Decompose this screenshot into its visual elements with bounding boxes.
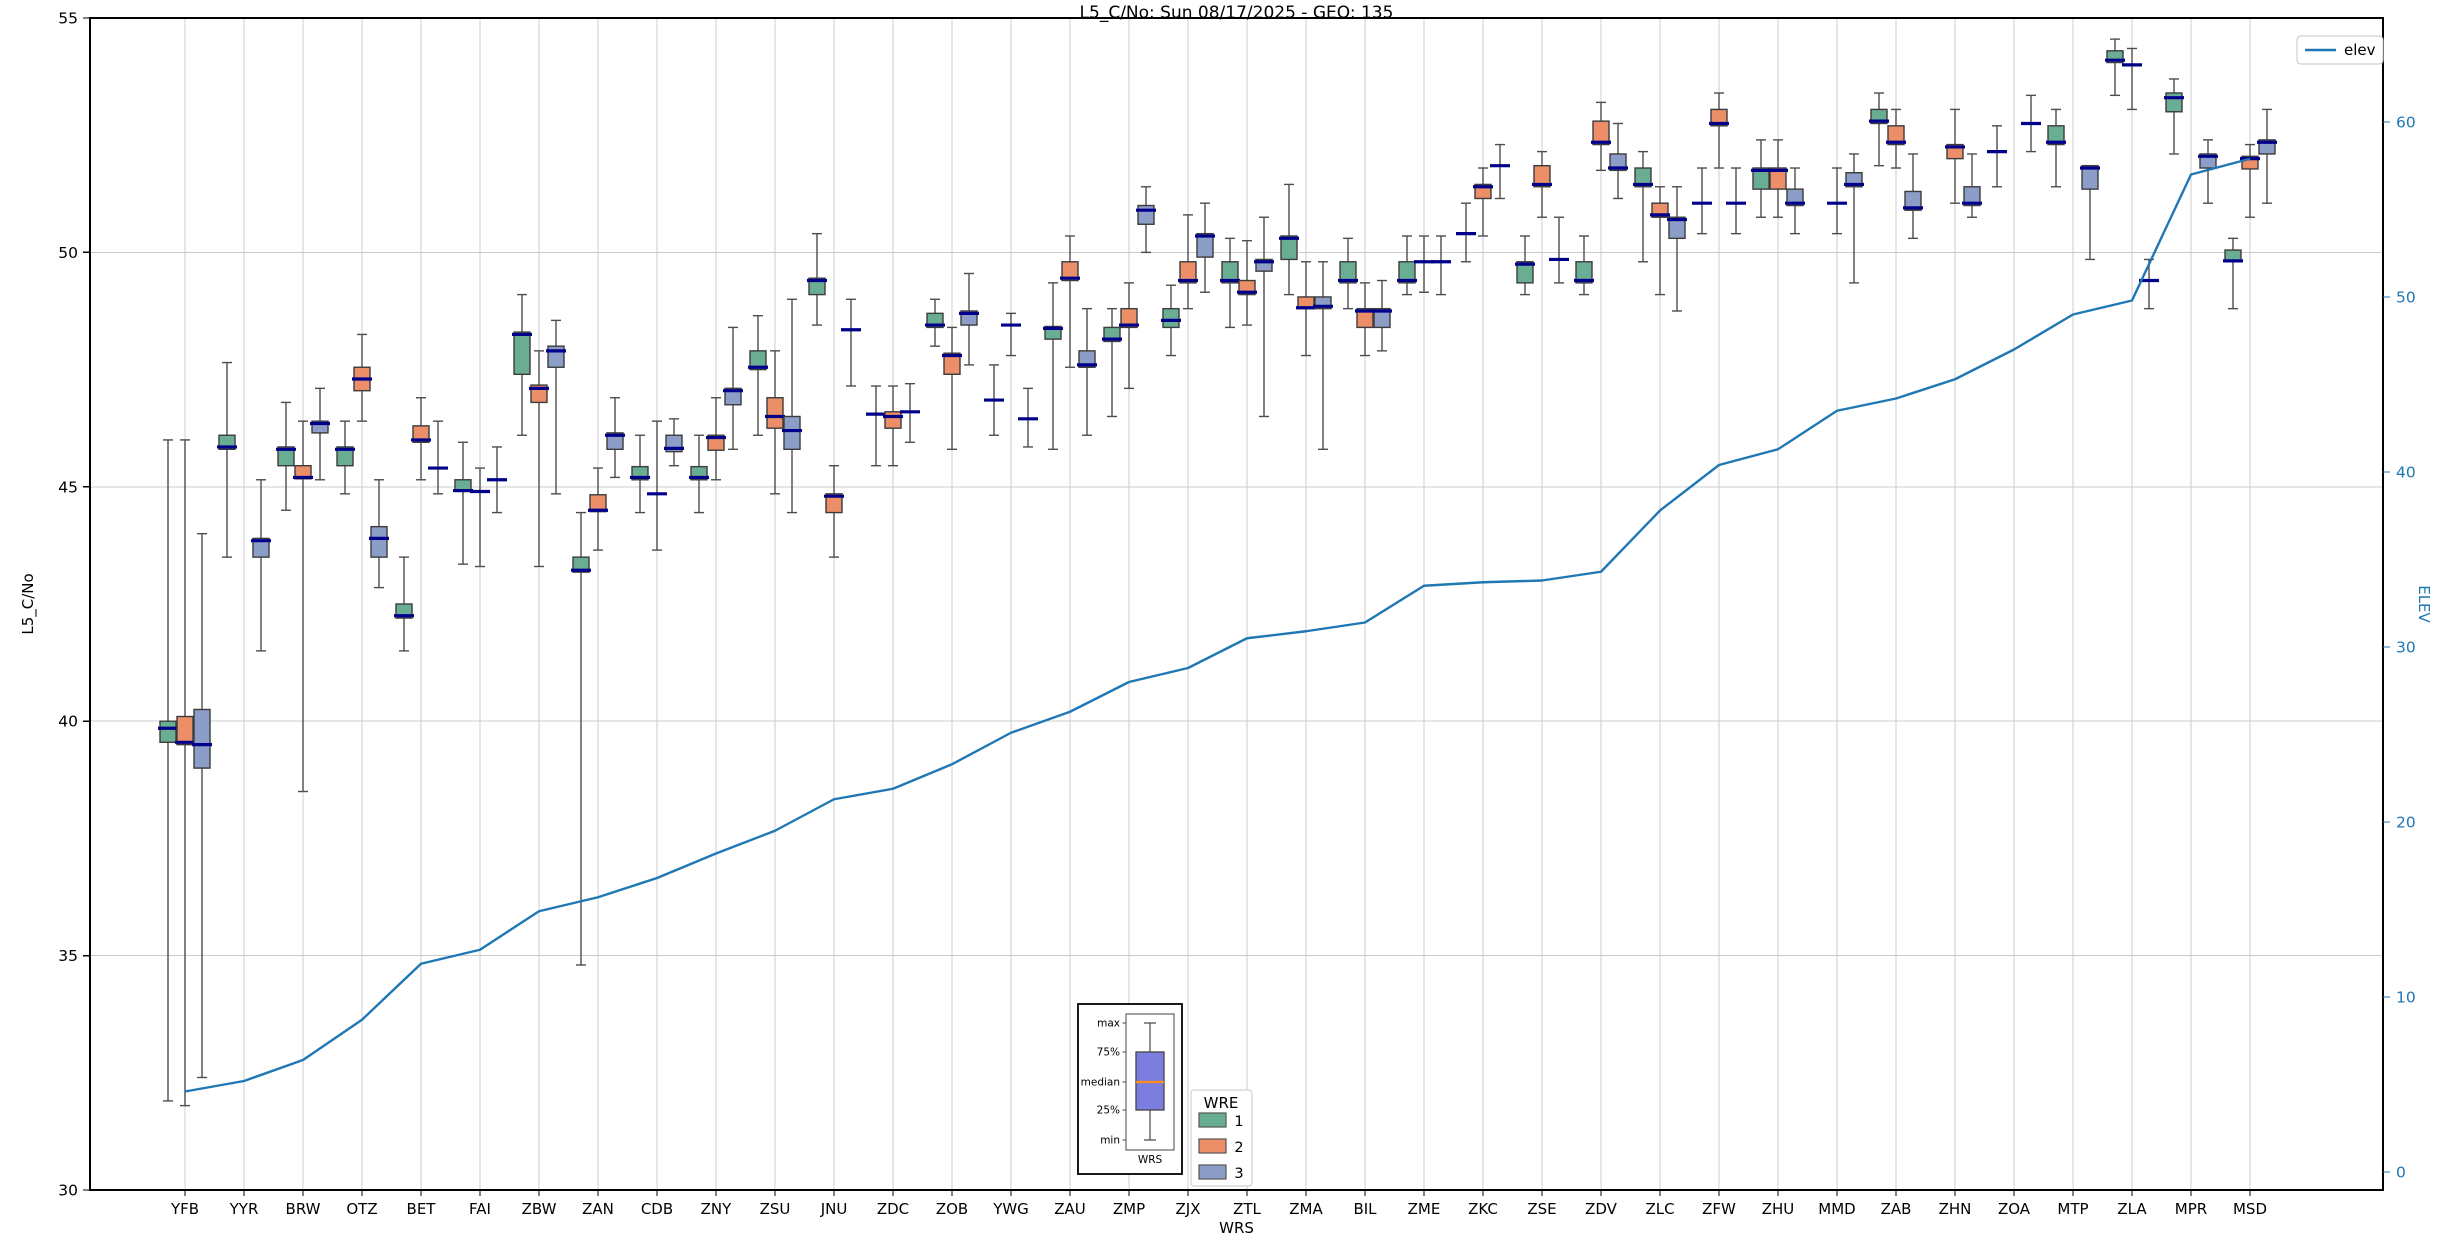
y-tick-label-left-35: 35	[58, 947, 78, 965]
x-tick-label-CDB: CDB	[641, 1200, 673, 1218]
x-tick-label-ZDV: ZDV	[1585, 1200, 1618, 1218]
x-tick-label-ZLC: ZLC	[1645, 1200, 1674, 1218]
x-tick-label-JNU: JNU	[820, 1200, 848, 1218]
y-tick-label-right-0: 0	[2396, 1164, 2406, 1182]
box-ZDC-wre2	[884, 411, 902, 429]
x-axis-label: WRS	[1219, 1219, 1254, 1237]
x-tick-label-BET: BET	[407, 1200, 437, 1218]
box-YFB-wre2	[176, 715, 194, 746]
x-tick-label-ZAU: ZAU	[1054, 1200, 1086, 1218]
x-tick-label-YYR: YYR	[229, 1200, 259, 1218]
x-tick-label-YWG: YWG	[992, 1200, 1029, 1218]
inset-label-median: median	[1081, 1077, 1120, 1089]
y-tick-label-right-60: 60	[2396, 114, 2416, 132]
wre-legend-label-1: 1	[1234, 1114, 1243, 1130]
chart-title: L5_C/No: Sun 08/17/2025 - GEO: 135	[1079, 3, 1394, 23]
x-tick-label-ZLA: ZLA	[2117, 1200, 2147, 1218]
x-tick-label-ZDC: ZDC	[877, 1200, 909, 1218]
inset-label-min: min	[1100, 1135, 1120, 1147]
box-ZBW-wre1	[513, 331, 531, 375]
x-tick-label-ZSU: ZSU	[760, 1200, 791, 1218]
elev-legend-label: elev	[2344, 41, 2376, 59]
chart-figure: 30 35 40 45 50 55 0 10 20 30 40 50 60 YFB YYR BRW OTZ BET…	[0, 0, 2438, 1240]
x-tick-label-ZTL: ZTL	[1233, 1200, 1261, 1218]
x-tick-label-ZFW: ZFW	[1702, 1200, 1736, 1218]
wre-legend-swatch-3	[1198, 1164, 1227, 1180]
inset-xlabel: WRS	[1138, 1154, 1163, 1166]
left-y-axis-label: L5_C/No	[19, 573, 37, 635]
wre-legend-swatch-2	[1198, 1138, 1227, 1154]
x-tick-label-ZBW: ZBW	[522, 1200, 557, 1218]
x-tick-label-ZNY: ZNY	[701, 1200, 732, 1218]
x-tick-label-ZKC: ZKC	[1468, 1200, 1498, 1218]
x-tick-label-YFB: YFB	[170, 1200, 199, 1218]
x-tick-label-ZOA: ZOA	[1998, 1200, 2031, 1218]
x-tick-label-ZMP: ZMP	[1113, 1200, 1145, 1218]
x-tick-label-MTP: MTP	[2057, 1200, 2088, 1218]
wre-legend-title: WRE	[1204, 1094, 1239, 1112]
x-tick-label-MPR: MPR	[2175, 1200, 2207, 1218]
plot-area	[90, 18, 2383, 1190]
x-tick-label-ZHU: ZHU	[1762, 1200, 1795, 1218]
wre-legend-label-2: 2	[1234, 1140, 1243, 1156]
x-tick-label-ZOB: ZOB	[936, 1200, 968, 1218]
x-tick-label-FAI: FAI	[469, 1200, 491, 1218]
boxplot-canvas: 30 35 40 45 50 55 0 10 20 30 40 50 60 YFB YYR BRW OTZ BET…	[58, 10, 2416, 1219]
x-tick-label-ZAB: ZAB	[1881, 1200, 1912, 1218]
box-YFB-wre1	[159, 720, 177, 743]
x-tick-label-BIL: BIL	[1353, 1200, 1377, 1218]
y-tick-label-left-45: 45	[58, 478, 78, 496]
box-ZSU-wre3	[783, 415, 801, 450]
inset-label-25%: 25%	[1097, 1105, 1120, 1117]
inset-label-max: max	[1097, 1018, 1120, 1030]
wre-legend-label-3: 3	[1234, 1166, 1243, 1182]
y-tick-label-right-40: 40	[2396, 464, 2416, 482]
box-YFB-wre3	[193, 708, 211, 769]
x-tick-label-ZSE: ZSE	[1527, 1200, 1556, 1218]
y-tick-label-right-20: 20	[2396, 814, 2416, 832]
x-tick-label-MMD: MMD	[1818, 1200, 1855, 1218]
box-MPR-wre1	[2165, 92, 2183, 113]
box-ZJX-wre1	[1162, 307, 1180, 329]
inset-label-75%: 75%	[1097, 1047, 1120, 1059]
y-tick-label-left-40: 40	[58, 713, 78, 731]
x-tick-label-ZMA: ZMA	[1289, 1200, 1323, 1218]
box-OTZ-wre3	[370, 525, 388, 558]
box-ZMP-wre3	[1137, 204, 1155, 225]
y-tick-label-left-55: 55	[58, 10, 78, 28]
x-tick-label-MSD: MSD	[2233, 1200, 2267, 1218]
x-tick-label-ZHN: ZHN	[1939, 1200, 1972, 1218]
y-tick-label-right-30: 30	[2396, 639, 2416, 657]
boxplot-inset-legend	[1077, 1003, 1183, 1175]
x-tick-label-ZJX: ZJX	[1176, 1200, 1201, 1218]
x-tick-label-ZME: ZME	[1408, 1200, 1441, 1218]
y-tick-label-left-50: 50	[58, 244, 78, 262]
y-tick-label-right-10: 10	[2396, 989, 2416, 1007]
x-tick-label-OTZ: OTZ	[346, 1200, 377, 1218]
y-tick-label-left-30: 30	[58, 1182, 78, 1200]
y-tick-label-right-50: 50	[2396, 289, 2416, 307]
box-ZSU-wre2	[766, 397, 784, 429]
x-tick-label-ZAN: ZAN	[582, 1200, 614, 1218]
wre-legend-swatch-1	[1198, 1112, 1227, 1128]
right-y-axis-label: ELEV	[2415, 585, 2433, 623]
x-tick-label-BRW: BRW	[286, 1200, 321, 1218]
